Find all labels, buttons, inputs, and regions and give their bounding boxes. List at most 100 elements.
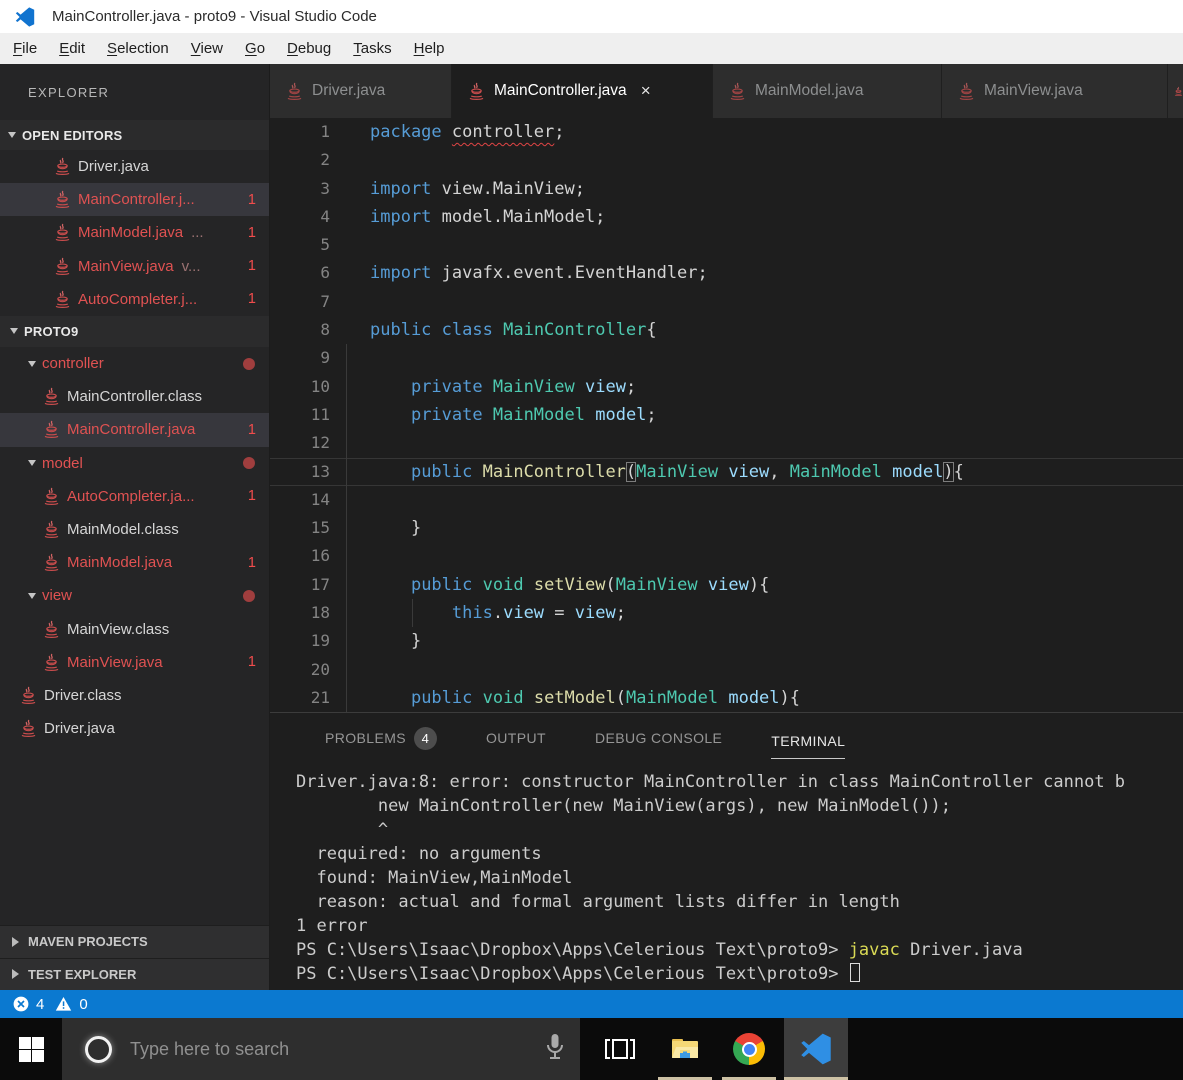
error-badge: 1	[247, 191, 256, 208]
code-line-4[interactable]: 4 import model.MainModel;	[270, 203, 1183, 231]
open-editor-mainview-java[interactable]: MainView.java v... 1	[0, 250, 269, 283]
java-file-icon	[730, 82, 745, 100]
open-editor-autocompleter-j[interactable]: AutoCompleter.j... 1	[0, 283, 269, 316]
taskbar-search[interactable]: Type here to search	[62, 1018, 580, 1080]
error-count[interactable]: 4	[36, 996, 44, 1013]
tab-mainview-java[interactable]: MainView.java	[942, 64, 1168, 118]
chevron-down-icon[interactable]	[28, 460, 36, 467]
microphone-icon[interactable]	[545, 1033, 565, 1063]
code-line-19[interactable]: 19 }	[270, 627, 1183, 656]
menu-item-go[interactable]: Go	[234, 40, 276, 57]
open-editor-mainmodel-java[interactable]: MainModel.java... 1	[0, 216, 269, 249]
chevron-down-icon[interactable]	[28, 360, 36, 367]
panel-tab-terminal[interactable]: TERMINAL	[771, 729, 846, 759]
code-line-13[interactable]: 13 public MainController(MainView view, …	[270, 457, 1183, 486]
section-maven-projects[interactable]: MAVEN PROJECTS	[0, 925, 269, 958]
tree-item-mainmodel-class[interactable]: MainModel.class	[0, 513, 269, 546]
code-line-6[interactable]: 6 import javafx.event.EventHandler;	[270, 259, 1183, 287]
code-line-9[interactable]: 9	[270, 344, 1183, 373]
section-test-explorer[interactable]: TEST EXPLORER	[0, 957, 269, 990]
tree-item-driver-class[interactable]: Driver.class	[0, 679, 269, 712]
indent-guide	[346, 655, 347, 684]
panel-tab-problems[interactable]: PROBLEMS 4	[325, 726, 437, 750]
open-editors-header[interactable]: OPEN EDITORS	[0, 120, 269, 150]
java-file-icon	[1174, 86, 1183, 96]
line-number: 6	[320, 263, 330, 283]
java-file-icon	[44, 620, 59, 638]
terminal-line: found: MainView,MainModel	[296, 868, 573, 888]
chevron-down-icon[interactable]	[28, 592, 36, 599]
indent-guide	[346, 570, 347, 600]
vscode-button[interactable]	[784, 1018, 848, 1080]
warnings-icon[interactable]	[55, 996, 72, 1012]
menu-item-file[interactable]: File	[2, 40, 48, 57]
code-line-20[interactable]: 20	[270, 655, 1183, 684]
tree-item-maincontroller-java[interactable]: MainController.java 1	[0, 413, 269, 447]
code-line-11[interactable]: 11 private MainModel model;	[270, 400, 1183, 430]
menu-item-edit[interactable]: Edit	[48, 40, 96, 57]
close-icon[interactable]: ×	[641, 81, 651, 101]
chrome-button[interactable]	[722, 1018, 776, 1080]
tab-maincontroller-java[interactable]: MainController.java ×	[452, 64, 713, 118]
task-view-button[interactable]	[598, 1018, 642, 1080]
tree-item-controller[interactable]: controller	[0, 347, 269, 380]
file-explorer-button[interactable]	[658, 1018, 712, 1080]
java-file-icon	[44, 420, 59, 439]
menu-item-tasks[interactable]: Tasks	[342, 40, 402, 57]
project-header[interactable]: PROTO9	[0, 315, 269, 347]
tree-item-mainview-class[interactable]: MainView.class	[0, 612, 269, 645]
open-editor-driver-java[interactable]: Driver.java	[0, 150, 269, 183]
menu-item-help[interactable]: Help	[403, 40, 456, 57]
terminal-line: required: no arguments	[296, 844, 542, 864]
code-line-18[interactable]: 18 this.view = view;	[270, 599, 1183, 628]
terminal-line: 1 error	[296, 916, 368, 936]
tree-item-view[interactable]: view	[0, 579, 269, 612]
errors-icon[interactable]	[13, 996, 29, 1012]
indent-guide	[346, 514, 347, 543]
menu-item-debug[interactable]: Debug	[276, 40, 342, 57]
code-line-14[interactable]: 14	[270, 485, 1183, 515]
indent-guide	[346, 400, 347, 430]
tab-mainmodel-java[interactable]: MainModel.java	[713, 64, 942, 118]
panel-tab-output[interactable]: OUTPUT	[486, 730, 546, 746]
tree-item-driver-java[interactable]: Driver.java	[0, 712, 269, 745]
code-line-17[interactable]: 17 public void setView(MainView view){	[270, 570, 1183, 600]
code-line-16[interactable]: 16	[270, 542, 1183, 571]
terminal-output[interactable]: Driver.java:8: error: constructor MainCo…	[270, 763, 1183, 986]
tree-item-model[interactable]: model	[0, 447, 269, 480]
code-line-1[interactable]: 1 package controller;	[270, 118, 1183, 146]
code-line-12[interactable]: 12	[270, 429, 1183, 458]
tree-item-maincontroller-class[interactable]: MainController.class	[0, 380, 269, 413]
explorer-title: EXPLORER	[28, 84, 110, 100]
menu-item-selection[interactable]: Selection	[96, 40, 180, 57]
panel-tab-bar: PROBLEMS 4 OUTPUT DEBUG CONSOLE TERMINAL	[270, 713, 1183, 763]
indent-guide	[346, 457, 347, 486]
title-bar: MainController.java - proto9 - Visual St…	[0, 0, 1183, 33]
open-editor-maincontroller-j[interactable]: MainController.j... 1	[0, 183, 269, 217]
tree-item-mainview-java[interactable]: MainView.java 1	[0, 646, 269, 679]
code-line-5[interactable]: 5	[270, 231, 1183, 259]
code-line-10[interactable]: 10 private MainView view;	[270, 372, 1183, 401]
indent-guide	[346, 429, 347, 458]
code-line-2[interactable]: 2	[270, 146, 1183, 174]
code-line-7[interactable]: 7	[270, 288, 1183, 316]
tree-item-mainmodel-java[interactable]: MainModel.java 1	[0, 546, 269, 579]
code-editor[interactable]: 1 package controller; 2 3 import view.MainVi…	[270, 118, 1183, 712]
tree-item-autocompleter-ja[interactable]: AutoCompleter.ja... 1	[0, 480, 269, 513]
code-line-15[interactable]: 15 }	[270, 514, 1183, 543]
panel-tab-debug-console[interactable]: DEBUG CONSOLE	[595, 730, 722, 746]
warning-count[interactable]: 0	[79, 996, 87, 1013]
folder-hint: v...	[181, 257, 201, 275]
indent-guide	[346, 485, 347, 515]
menu-item-view[interactable]: View	[180, 40, 234, 57]
start-button[interactable]	[0, 1018, 62, 1080]
line-number: 8	[320, 320, 330, 340]
code-line-21[interactable]: 21 public void setModel(MainModel model)…	[270, 683, 1183, 712]
code-line-8[interactable]: 8 public class MainController{	[270, 316, 1183, 344]
tab-driver-java[interactable]: Driver.java	[270, 64, 452, 118]
indent-guide	[346, 683, 347, 712]
tab-partial[interactable]	[1168, 64, 1183, 118]
java-file-icon	[55, 190, 70, 209]
java-file-icon	[21, 719, 36, 738]
code-line-3[interactable]: 3 import view.MainView;	[270, 175, 1183, 203]
